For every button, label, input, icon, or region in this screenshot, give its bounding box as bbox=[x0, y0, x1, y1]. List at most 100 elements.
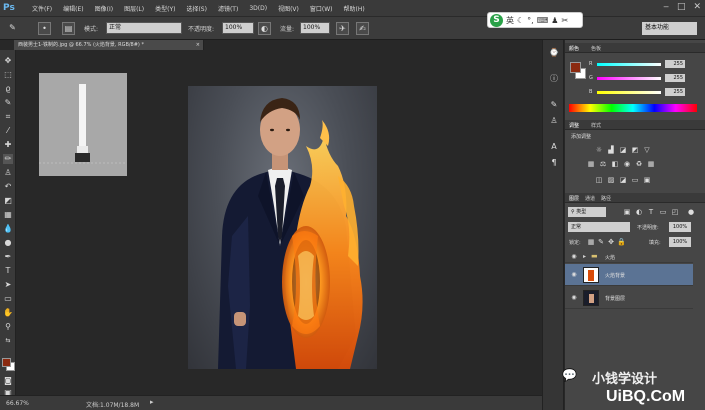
r-value-input[interactable]: 255 bbox=[665, 60, 685, 68]
foreground-color-swatch[interactable] bbox=[2, 358, 11, 367]
close-icon[interactable]: ✕ bbox=[693, 2, 701, 12]
menu-file[interactable]: 文件(F) bbox=[32, 4, 52, 13]
tab-paths[interactable]: 路径 bbox=[601, 195, 611, 202]
blend-mode-select[interactable]: 正常 bbox=[568, 222, 630, 232]
visibility-eye-icon[interactable]: ◉ bbox=[570, 253, 578, 261]
selective-color-adj-icon[interactable]: ▣ bbox=[643, 176, 651, 184]
tab-color[interactable]: 颜色 bbox=[569, 45, 579, 52]
b-slider[interactable] bbox=[597, 91, 661, 94]
hue-adj-icon[interactable]: ▦ bbox=[587, 160, 595, 168]
quick-select-tool-icon[interactable]: ✎ bbox=[3, 98, 13, 108]
swap-colors-icon[interactable]: ⇆ bbox=[3, 336, 13, 346]
zoom-tool-icon[interactable]: ⚲ bbox=[3, 322, 13, 332]
status-arrow-icon[interactable]: ▸ bbox=[150, 398, 154, 406]
eyedropper-tool-icon[interactable]: ⁄ bbox=[3, 126, 13, 136]
info-panel-icon[interactable]: ⓘ bbox=[549, 74, 559, 84]
brush-panel-icon[interactable]: ▤ bbox=[62, 22, 75, 35]
clone-source-icon[interactable]: ♙ bbox=[549, 116, 559, 126]
tab-styles[interactable]: 样式 bbox=[591, 122, 601, 129]
brush-size-icon[interactable]: • bbox=[38, 22, 51, 35]
channel-mixer-adj-icon[interactable]: ♻ bbox=[635, 160, 643, 168]
brush-preset-icon[interactable]: ✎ bbox=[6, 22, 19, 35]
brush-tool-icon[interactable]: ✏ bbox=[3, 154, 13, 164]
brush-panel-icon[interactable]: ✎ bbox=[549, 100, 559, 110]
layer-filter-select[interactable]: ⚲ 类型 bbox=[568, 207, 606, 217]
expand-arrow-icon[interactable]: ▸ bbox=[583, 253, 586, 260]
invert-adj-icon[interactable]: ◫ bbox=[595, 176, 603, 184]
type-tool-icon[interactable]: T bbox=[3, 266, 13, 276]
flow-input[interactable]: 100% bbox=[300, 22, 330, 34]
document-tab[interactable]: 西装男士1-铁制的.jpg @ 66.7% (火焰背景, RGB/8#) * × bbox=[14, 40, 204, 50]
minimize-icon[interactable]: ‒ bbox=[663, 2, 669, 12]
crop-tool-icon[interactable]: ⌗ bbox=[3, 112, 13, 122]
color-lookup-adj-icon[interactable]: ▦ bbox=[647, 160, 655, 168]
lock-pixels-icon[interactable]: ✎ bbox=[597, 238, 605, 246]
layer-row-background[interactable]: ◉ 背景图层 bbox=[565, 287, 693, 309]
visibility-eye-icon[interactable]: ◉ bbox=[570, 294, 578, 302]
menu-edit[interactable]: 编辑(E) bbox=[63, 4, 83, 13]
g-slider[interactable] bbox=[597, 77, 661, 80]
bw-adj-icon[interactable]: ◧ bbox=[611, 160, 619, 168]
pressure-opacity-icon[interactable]: ◐ bbox=[258, 22, 271, 35]
dodge-tool-icon[interactable]: ● bbox=[3, 238, 13, 248]
character-panel-icon[interactable]: A bbox=[549, 142, 559, 152]
history-brush-icon[interactable]: ↶ bbox=[3, 182, 13, 192]
lock-position-icon[interactable]: ✥ bbox=[607, 238, 615, 246]
visibility-eye-icon[interactable]: ◉ bbox=[570, 271, 578, 279]
menu-select[interactable]: 选择(S) bbox=[186, 4, 207, 13]
g-value-input[interactable]: 255 bbox=[665, 74, 685, 82]
lasso-tool-icon[interactable]: ϱ bbox=[3, 84, 13, 94]
filter-adjust-icon[interactable]: ◐ bbox=[635, 208, 643, 216]
tab-swatches[interactable]: 色板 bbox=[591, 45, 601, 52]
stamp-tool-icon[interactable]: ♙ bbox=[3, 168, 13, 178]
vibrance-adj-icon[interactable]: ▽ bbox=[643, 146, 651, 154]
filter-smart-icon[interactable]: ◰ bbox=[671, 208, 679, 216]
airbrush-icon[interactable]: ✈ bbox=[336, 22, 349, 35]
filter-type-icon[interactable]: T bbox=[647, 208, 655, 216]
close-tab-icon[interactable]: × bbox=[196, 40, 200, 50]
document-canvas-image[interactable] bbox=[188, 86, 377, 369]
color-spectrum-bar[interactable] bbox=[569, 104, 697, 112]
keyboard-icon[interactable]: ⌨ bbox=[537, 16, 549, 25]
layer-row-group[interactable]: ◉ ▸ ▬ 火焰 bbox=[565, 250, 693, 263]
curves-adj-icon[interactable]: ◪ bbox=[619, 146, 627, 154]
menu-image[interactable]: 图像(I) bbox=[95, 4, 113, 13]
brightness-adj-icon[interactable]: ☼ bbox=[595, 146, 603, 154]
gradient-map-adj-icon[interactable]: ▭ bbox=[631, 176, 639, 184]
eraser-tool-icon[interactable]: ◩ bbox=[3, 196, 13, 206]
ime-toolbar[interactable]: S 英 ☾ °, ⌨ ♟ ✂ bbox=[487, 12, 583, 28]
levels-adj-icon[interactable]: ▟ bbox=[607, 146, 615, 154]
menu-layer[interactable]: 图层(L) bbox=[124, 4, 144, 13]
punctuation-icon[interactable]: °, bbox=[527, 16, 534, 25]
quick-mask-icon[interactable]: ◙ bbox=[3, 376, 13, 386]
filter-pixel-icon[interactable]: ▣ bbox=[623, 208, 631, 216]
skin-icon[interactable]: ♟ bbox=[551, 16, 558, 25]
hand-tool-icon[interactable]: ✋ bbox=[3, 308, 13, 318]
opacity-input[interactable]: 100% bbox=[222, 22, 254, 34]
path-select-tool-icon[interactable]: ➤ bbox=[3, 280, 13, 290]
menu-3d[interactable]: 3D(D) bbox=[249, 5, 267, 12]
blur-tool-icon[interactable]: 💧 bbox=[3, 224, 13, 234]
filter-shape-icon[interactable]: ▭ bbox=[659, 208, 667, 216]
mode-select[interactable]: 正常 bbox=[106, 22, 182, 34]
pressure-size-icon[interactable]: ✍ bbox=[356, 22, 369, 35]
gradient-tool-icon[interactable]: ▦ bbox=[3, 210, 13, 220]
menu-filter[interactable]: 滤镜(T) bbox=[218, 4, 238, 13]
tab-channels[interactable]: 通道 bbox=[585, 195, 595, 202]
exposure-adj-icon[interactable]: ◩ bbox=[631, 146, 639, 154]
lock-transparent-icon[interactable]: ▦ bbox=[587, 238, 595, 246]
tab-layers[interactable]: 图层 bbox=[569, 195, 579, 202]
maximize-icon[interactable]: □ bbox=[677, 2, 686, 12]
layer-opacity-input[interactable]: 100% bbox=[669, 222, 691, 232]
menu-help[interactable]: 帮助(H) bbox=[344, 4, 365, 13]
tab-adjustments[interactable]: 调整 bbox=[569, 122, 579, 129]
r-slider[interactable] bbox=[597, 63, 661, 66]
marquee-tool-icon[interactable]: ⬚ bbox=[3, 70, 13, 80]
move-tool-icon[interactable]: ✥ bbox=[3, 56, 13, 66]
menu-view[interactable]: 视图(V) bbox=[278, 4, 299, 13]
color-panel-fg-swatch[interactable] bbox=[570, 62, 581, 73]
posterize-adj-icon[interactable]: ▨ bbox=[607, 176, 615, 184]
moon-icon[interactable]: ☾ bbox=[517, 16, 524, 25]
tools-icon[interactable]: ✂ bbox=[561, 16, 568, 25]
paragraph-panel-icon[interactable]: ¶ bbox=[549, 158, 559, 168]
